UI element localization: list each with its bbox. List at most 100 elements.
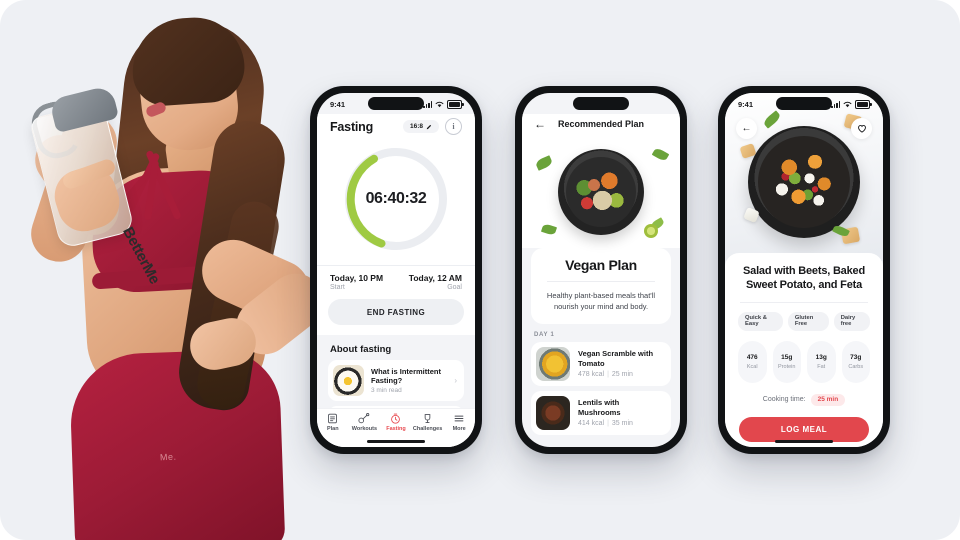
end-fasting-button[interactable]: END FASTING xyxy=(328,299,464,325)
favorite-heart-icon[interactable] xyxy=(851,118,872,139)
menu-icon xyxy=(454,415,464,422)
cellular-signal-icon xyxy=(423,101,432,108)
fasting-start-time: Today, 10 PM xyxy=(330,273,384,283)
leaf-decoration xyxy=(651,146,670,163)
meal-thumbnail-lentils xyxy=(536,395,570,430)
status-time: 9:41 xyxy=(330,100,346,109)
article-title: What is Intermittent Fasting? xyxy=(371,366,442,385)
hero-model-photo: Me. BetterMe xyxy=(0,0,320,540)
plan-description: Healthy plant-based meals that'll nouris… xyxy=(546,291,656,312)
phone2-notch xyxy=(573,97,629,110)
log-meal-button[interactable]: LOG MEAL xyxy=(739,416,869,442)
meal-name: Lentils with Mushrooms xyxy=(578,398,621,417)
nutrition-label: Carbs xyxy=(848,363,864,370)
nutrition-value: 73g xyxy=(850,353,862,361)
tab-label: Challenges xyxy=(412,426,443,432)
fasting-goal-time: Today, 12 AM xyxy=(408,273,462,283)
leaf-decoration xyxy=(540,223,558,236)
nutrition-protein: 15g Protein xyxy=(772,340,801,383)
list-item[interactable]: What is Intermittent Fasting? 3 min read… xyxy=(328,360,464,401)
meal-thumbnail-scramble xyxy=(536,346,570,381)
recipe-tags: Quick & Easy Gluten Free Dairy free xyxy=(738,311,870,331)
nutrition-label: Protein xyxy=(778,363,796,370)
dumbbell-icon xyxy=(358,413,370,424)
tab-workouts[interactable]: Workouts xyxy=(349,413,381,432)
tab-more[interactable]: More xyxy=(443,413,475,432)
trophy-icon xyxy=(424,414,431,424)
meal-time: 25 min xyxy=(611,370,633,378)
meal-kcal: 414 kcal xyxy=(578,419,605,427)
phone3-screen: 9:41 ← Salad with Beets, Baked Sweet Pot… xyxy=(725,93,883,447)
back-arrow-icon[interactable]: ← xyxy=(534,118,546,130)
timer-icon xyxy=(391,413,401,424)
meal-list: Vegan Scramble with Tomato 478 kcal | 25 m… xyxy=(522,341,680,435)
fasting-goal: Today, 12 AM Goal xyxy=(409,273,462,291)
recipe-hero-image: 9:41 ← xyxy=(725,93,883,261)
status-time: 9:41 xyxy=(738,100,754,109)
page-title: Fasting xyxy=(330,119,374,134)
nutrition-label: Kcal xyxy=(746,363,758,370)
nutrition-carbs: 73g Carbs xyxy=(841,340,870,383)
battery-icon xyxy=(855,100,872,109)
plan-hero-image xyxy=(522,136,680,248)
phone3-notch xyxy=(776,97,832,110)
meal-kcal: 478 kcal xyxy=(578,370,605,378)
tag-dairy-free[interactable]: Dairy free xyxy=(833,311,870,331)
tab-label: More xyxy=(452,426,466,432)
fasting-plan-label: 16:8 xyxy=(409,123,423,130)
recipe-detail-card: Salad with Beets, Baked Sweet Potato, an… xyxy=(725,253,883,447)
tag-gluten-free[interactable]: Gluten Free xyxy=(787,311,829,331)
lime-decoration xyxy=(644,224,658,238)
model-leggings xyxy=(68,348,286,540)
bowl-contents xyxy=(566,157,636,227)
recipe-bowl-illustration xyxy=(748,126,860,238)
plan-icon xyxy=(328,413,338,424)
info-icon[interactable]: i xyxy=(445,118,462,135)
home-indicator xyxy=(367,440,425,443)
fasting-progress-ring: 06:40:32 xyxy=(340,143,452,255)
cooking-time-row: Cooking time: 25 min xyxy=(738,393,870,406)
plan-header: ← Recommended Plan xyxy=(522,114,680,136)
fasting-plan-pill[interactable]: 16:8 xyxy=(402,120,439,133)
cooking-time-badge: 25 min xyxy=(810,393,846,406)
day-label: DAY 1 xyxy=(534,331,555,338)
meal-name: Vegan Scramble with Tomato xyxy=(578,349,654,368)
fasting-timer-card: 06:40:32 xyxy=(317,135,475,265)
phone-mockup-recipe: 9:41 ← Salad with Beets, Baked Sweet Pot… xyxy=(718,86,890,454)
tab-label: Workouts xyxy=(351,426,378,432)
list-item[interactable]: Vegan Scramble with Tomato 478 kcal | 25 m… xyxy=(531,341,671,386)
nutrition-value: 15g xyxy=(781,353,793,361)
nutrition-value: 13g xyxy=(815,353,827,361)
meal-meta: 478 kcal | 25 min xyxy=(578,371,663,378)
fasting-start: Today, 10 PM Start xyxy=(330,273,383,291)
tab-label: Plan xyxy=(326,426,339,432)
nutrition-facts: 476 Kcal 15g Protein 13g Fat 73g Carbs xyxy=(738,340,870,383)
phone1-notch xyxy=(368,97,424,110)
leaf-decoration xyxy=(534,155,554,171)
chevron-right-icon: › xyxy=(454,376,457,385)
fasting-start-label: Start xyxy=(330,284,345,291)
nutrition-value: 476 xyxy=(746,353,758,361)
back-button[interactable]: ← xyxy=(736,118,757,139)
tab-fasting[interactable]: Fasting xyxy=(380,413,412,432)
meal-meta: 414 kcal | 35 min xyxy=(578,420,663,427)
about-fasting-heading: About fasting xyxy=(330,344,392,355)
wifi-icon xyxy=(435,101,444,108)
wifi-icon xyxy=(843,101,852,108)
pencil-icon xyxy=(426,124,432,129)
tab-plan[interactable]: Plan xyxy=(317,413,349,432)
list-item[interactable]: Lentils with Mushrooms 414 kcal | 35 min xyxy=(531,390,671,435)
meta-separator: | xyxy=(607,370,609,378)
tab-challenges[interactable]: Challenges xyxy=(412,413,444,432)
app-showcase-canvas: Me. BetterMe 9:41 Fasting 16:8 i 06:40:3… xyxy=(0,0,960,540)
tag-quick-easy[interactable]: Quick & Easy xyxy=(738,311,783,331)
phone-mockup-fasting: 9:41 Fasting 16:8 i 06:40:32 Today, 10 P… xyxy=(310,86,482,454)
battery-icon xyxy=(447,100,464,109)
meta-separator: | xyxy=(607,419,609,427)
home-indicator xyxy=(775,440,833,443)
plan-summary-card: Vegan Plan Healthy plant-based meals tha… xyxy=(531,248,671,324)
phone1-screen: 9:41 Fasting 16:8 i 06:40:32 Today, 10 P… xyxy=(317,93,475,447)
fasting-header: Fasting 16:8 i xyxy=(317,114,475,135)
nutrition-fat: 13g Fat xyxy=(807,340,836,383)
cooking-time-label: Cooking time: xyxy=(762,396,806,404)
